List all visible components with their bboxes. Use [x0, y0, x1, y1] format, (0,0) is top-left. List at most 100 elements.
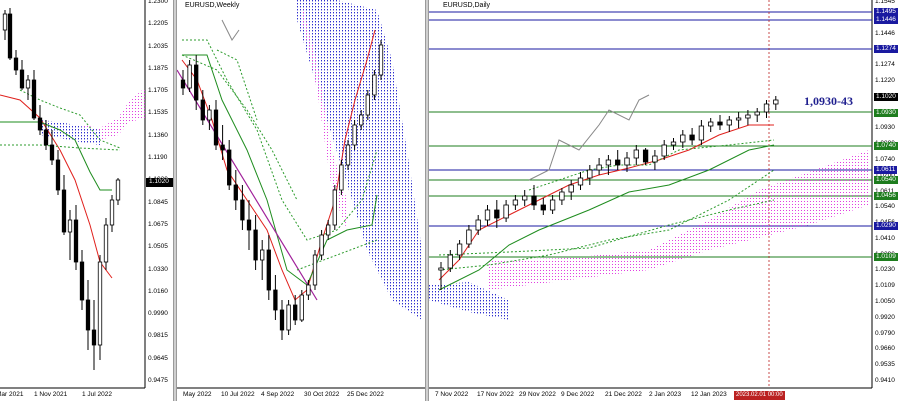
chikou-dashed-line: [528, 139, 775, 191]
daily-candle: [577, 177, 584, 186]
monthly-candle: [85, 299, 91, 331]
price-tick-label: 0.9410: [875, 377, 895, 384]
price-tick-label: 1.0675: [148, 220, 168, 228]
weekly-candle: [246, 219, 252, 231]
price-tick-label: 1.1705: [148, 87, 168, 95]
price-tick-label: 1.1535: [148, 109, 168, 117]
price-tick-label: 1.0845: [148, 198, 168, 206]
price-tick-label: 1.0930: [875, 124, 895, 132]
daily-candle: [642, 149, 649, 163]
price-tick-label: 1.0330: [148, 265, 168, 273]
monthly-candle: [79, 261, 85, 301]
weekly-candle: [227, 149, 232, 186]
monthly-candle: [2, 13, 8, 31]
weekly-chart-panel[interactable]: EURUSD,Weekly May 2022 10 Jul 2022 4 Sep 2…: [177, 0, 425, 401]
price-tick-label: 1.1274: [875, 61, 895, 69]
price-tick-label: 0.9920: [875, 313, 895, 321]
weekly-candle: [286, 304, 291, 331]
lag-line: [221, 19, 240, 41]
price-level-label: 1.1020: [874, 93, 898, 101]
monthly-candle: [55, 159, 61, 191]
price-tick-label: 1.0540: [875, 203, 895, 211]
daily-chart-title: EURUSD,Daily: [443, 2, 491, 9]
weekly-candle: [378, 44, 384, 76]
price-tick-label: 1.0410: [875, 234, 895, 242]
daily-candle: [745, 114, 751, 119]
time-axis-label: 7 Nov 2022: [435, 391, 469, 398]
daily-candle: [531, 195, 537, 206]
price-level-label: 1.1446: [874, 16, 898, 24]
monthly-candle: [97, 261, 103, 346]
price-tick-label: 1.0505: [148, 243, 168, 251]
weekly-candle: [273, 289, 278, 311]
weekly-chart-title: EURUSD,Weekly: [185, 2, 240, 9]
weekly-candle: [339, 164, 344, 191]
time-axis-label: May 2022: [183, 391, 212, 398]
daily-chart-panel[interactable]: EURUSD,Daily 1,0930-43 1.15451.14951.144…: [429, 0, 900, 401]
weekly-candle: [299, 294, 304, 321]
daily-candle: [670, 141, 677, 146]
daily-candle: [605, 159, 612, 166]
time-axis-label: 1 Nov 2021: [34, 391, 68, 398]
price-tick-label: 0.9990: [148, 310, 168, 318]
monthly-candle: [25, 79, 31, 89]
price-tick-label: 1.0109: [875, 282, 895, 290]
monthly-candle: [49, 144, 55, 161]
daily-candle: [773, 99, 779, 105]
time-axis-label: 30 Oct 2022: [304, 391, 340, 398]
weekly-price-chart[interactable]: [177, 0, 425, 401]
time-axis-label: 2 Jan 2023: [649, 391, 682, 398]
price-tick-label: 0.9475: [148, 377, 168, 384]
daily-candle: [522, 195, 528, 201]
price-level-label: 1.0611: [874, 166, 898, 174]
daily-price-chart[interactable]: [429, 0, 900, 401]
weekly-candle: [266, 249, 271, 291]
price-level-label: 1.1274: [874, 45, 898, 53]
weekly-candle: [194, 64, 199, 101]
daily-candle: [503, 204, 509, 219]
daily-candle: [494, 209, 500, 219]
weekly-candle: [359, 114, 364, 126]
daily-candle: [596, 164, 602, 171]
daily-candle: [735, 117, 742, 121]
weekly-candle: [312, 254, 318, 286]
monthly-candle: [7, 13, 13, 59]
time-axis-label: 17 Nov 2022: [477, 391, 514, 398]
daily-candle: [549, 199, 556, 211]
daily-candle: [447, 254, 453, 269]
price-tick-label: 1.0160: [148, 287, 168, 295]
daily-candle: [466, 229, 472, 245]
daily-candle: [438, 267, 444, 271]
time-axis-label: 9 Dec 2022: [561, 391, 595, 398]
price-level-label: 1.0109: [874, 253, 898, 261]
monthly-candle: [103, 224, 109, 263]
price-tick-label: 1.1875: [148, 64, 168, 72]
weekly-candle: [220, 144, 225, 151]
price-level-label: 1.0930: [874, 109, 898, 117]
price-tick-label: 0.9660: [875, 345, 895, 353]
daily-candle: [763, 103, 770, 113]
price-tick-label: 1.1190: [148, 154, 168, 162]
time-axis-label: 12 Jan 2023: [691, 391, 727, 398]
daily-candle: [698, 125, 705, 141]
price-tick-label: 1.2300: [148, 0, 168, 5]
daily-candle: [726, 119, 732, 126]
weekly-candle: [372, 74, 377, 96]
monthly-candle: [37, 117, 43, 131]
level-annotation: 1,0930-43: [804, 94, 853, 108]
time-axis-label: 25 Dec 2022: [347, 391, 384, 398]
price-level-label: 1.0540: [874, 176, 898, 184]
current-price-label: 1.1020: [147, 178, 171, 186]
weekly-candle: [260, 249, 265, 261]
monthly-candle: [67, 219, 73, 233]
weekly-candle: [213, 109, 219, 146]
price-level-label: 1.0290: [874, 222, 898, 230]
time-axis-label: 4 Sep 2022: [261, 391, 295, 398]
monthly-chart-panel[interactable]: 1.2300 1.2205 1.2035 1.1875 1.1705 1.1535 1.13…: [0, 0, 173, 401]
price-level-label: 1.0456: [874, 192, 898, 200]
daily-candle: [615, 159, 621, 166]
weekly-candle: [240, 199, 245, 221]
weekly-candle: [306, 284, 311, 296]
weekly-candle: [233, 184, 238, 201]
price-tick-label: 0.9535: [875, 361, 895, 369]
